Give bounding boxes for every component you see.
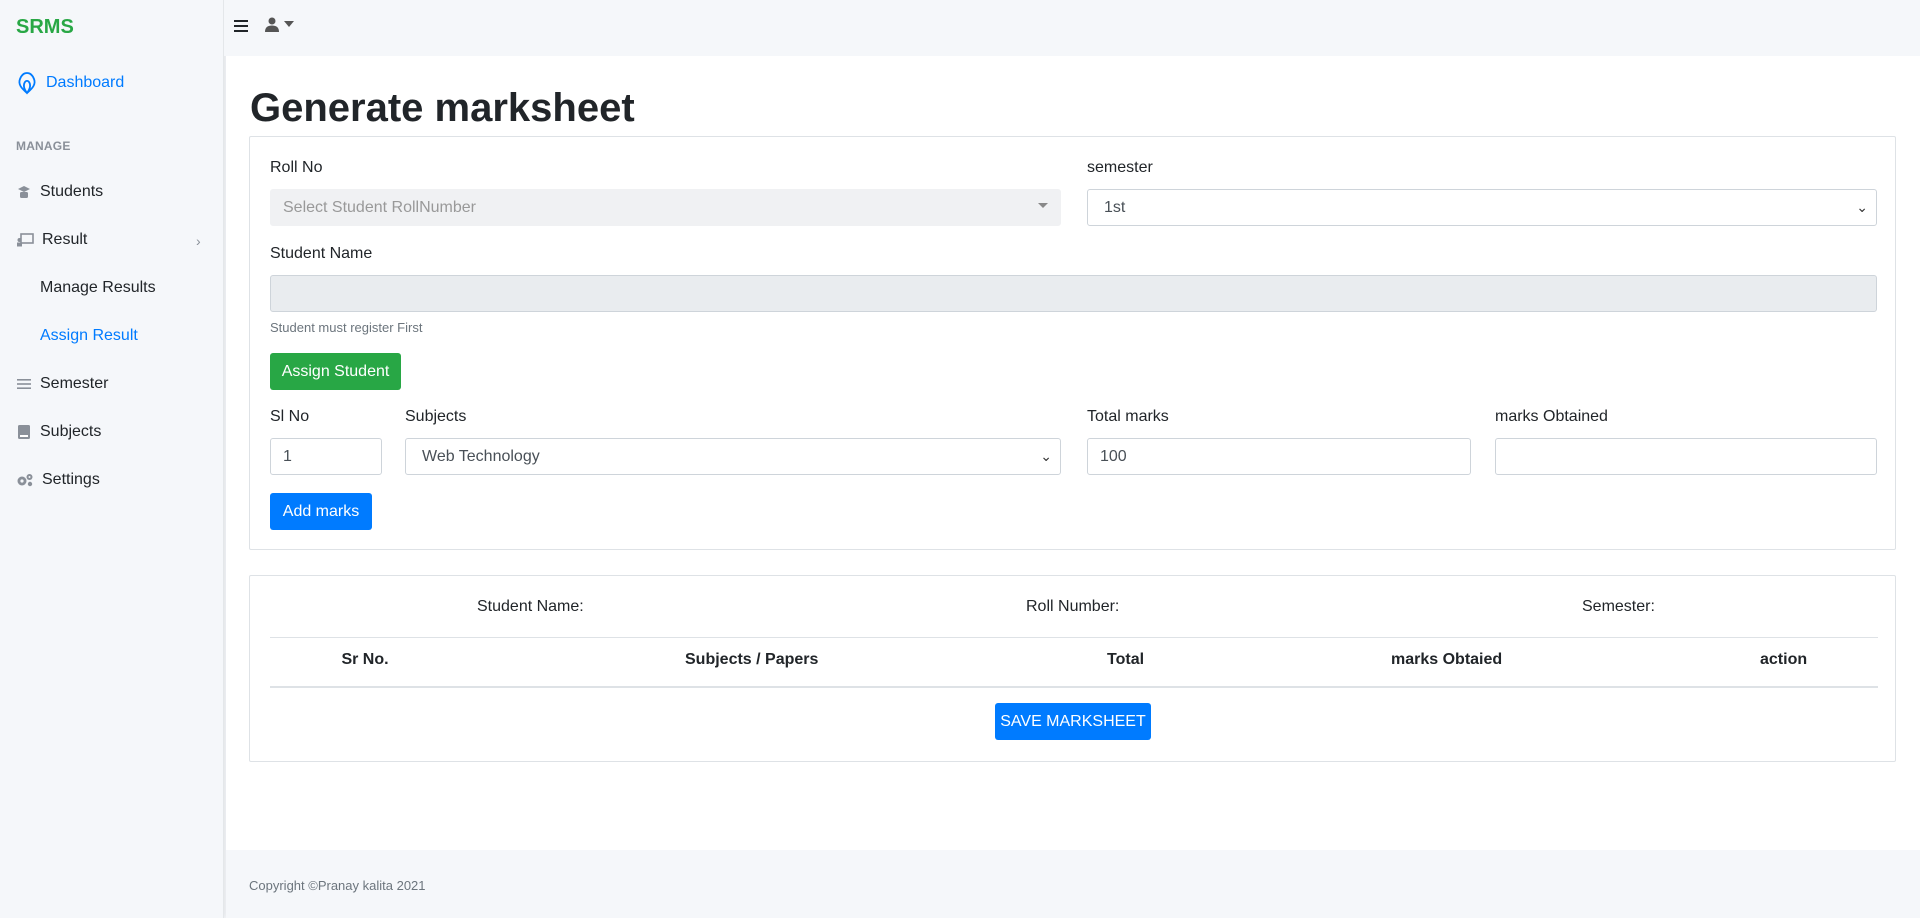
caret-down-icon (284, 21, 294, 27)
subjects-value: Web Technology (422, 447, 540, 465)
roll-no-label: Roll No (270, 159, 323, 176)
footer-copyright: Copyright ©Pranay kalita 2021 (249, 878, 426, 893)
sidebar-item-subjects[interactable]: Subjects (16, 419, 101, 445)
assign-student-button[interactable]: Assign Student (270, 353, 401, 390)
marksheet-roll-number: Roll Number: (1026, 598, 1120, 615)
marks-obtained-input[interactable] (1495, 438, 1877, 475)
sidebar-item-label: Semester (40, 375, 109, 392)
subjects-select[interactable]: Web Technology ⌄ (405, 438, 1061, 475)
sl-no-label: Sl No (270, 408, 310, 425)
marksheet-student-name: Student Name: (477, 598, 584, 615)
sidebar-item-label: Subjects (40, 423, 102, 440)
sidebar-heading-manage: MANAGE (16, 139, 71, 153)
column-header-sr-no: Sr No. (341, 651, 389, 668)
sidebar-item-settings[interactable]: Settings (16, 467, 100, 493)
roll-no-placeholder: Select Student RollNumber (283, 198, 476, 216)
column-header-total: Total (1107, 651, 1145, 668)
airbnb-icon (18, 72, 36, 95)
sidebar: SRMS Dashboard MANAGE Students Result › … (0, 0, 224, 918)
topbar (224, 0, 1920, 56)
chevron-right-icon: › (196, 233, 201, 249)
sidebar-item-semester[interactable]: Semester (16, 371, 108, 397)
marks-form-card: Roll No Select Student RollNumber semest… (249, 136, 1896, 550)
divider (270, 637, 1878, 638)
student-name-input[interactable] (270, 275, 1877, 312)
add-marks-button[interactable]: Add marks (270, 493, 372, 530)
footer: Copyright ©Pranay kalita 2021 (226, 850, 1920, 918)
sidebar-item-label: Students (40, 183, 104, 200)
column-header-subjects: Subjects / Papers (685, 651, 819, 668)
semester-select[interactable]: 1st ⌄ (1087, 189, 1877, 226)
marks-obtained-label: marks Obtained (1495, 408, 1608, 425)
student-name-help: Student must register First (270, 320, 423, 335)
column-header-action: action (1760, 651, 1808, 668)
sidebar-item-manage-results[interactable]: Manage Results (40, 275, 156, 301)
roll-no-select[interactable]: Select Student RollNumber (270, 189, 1061, 226)
marksheet-semester: Semester: (1582, 598, 1655, 615)
sidebar-item-dashboard[interactable]: Dashboard (16, 68, 124, 98)
sl-no-input[interactable]: 1 (270, 438, 382, 475)
page-title: Generate marksheet (250, 86, 635, 130)
user-menu[interactable] (264, 16, 294, 32)
student-name-label: Student Name (270, 245, 373, 262)
brand-logo[interactable]: SRMS (16, 16, 74, 39)
book-icon (16, 424, 32, 440)
graduate-icon (16, 184, 32, 200)
sidebar-item-result[interactable]: Result (16, 227, 87, 253)
marksheet-card: Student Name: Roll Number: Semester: Sr … (249, 575, 1896, 762)
caret-down-icon (1038, 203, 1048, 208)
total-marks-label: Total marks (1087, 408, 1169, 425)
total-marks-input[interactable]: 100 (1087, 438, 1471, 475)
total-marks-value: 100 (1100, 447, 1127, 465)
semester-label: semester (1087, 159, 1153, 176)
sidebar-item-label: Dashboard (46, 74, 125, 91)
user-icon (265, 17, 279, 32)
hamburger-menu-icon[interactable] (234, 18, 248, 32)
sidebar-item-label: Settings (42, 471, 100, 488)
list-icon (16, 376, 32, 392)
gears-icon (16, 472, 34, 488)
main-content: Generate marksheet Roll No Select Studen… (226, 56, 1920, 850)
sidebar-item-label: Result (42, 231, 88, 248)
subjects-label: Subjects (405, 408, 467, 425)
table-header-divider (270, 686, 1878, 688)
sidebar-item-assign-result[interactable]: Assign Result (40, 323, 138, 349)
column-header-marks-obtained: marks Obtaied (1391, 651, 1503, 668)
chevron-down-icon: ⌄ (1856, 199, 1868, 215)
chalkboard-icon (16, 232, 34, 248)
semester-value: 1st (1104, 198, 1126, 216)
save-marksheet-button[interactable]: SAVE MARKSHEET (995, 703, 1151, 740)
sidebar-item-students[interactable]: Students (16, 179, 103, 205)
chevron-down-icon: ⌄ (1040, 448, 1052, 464)
sl-no-value: 1 (283, 447, 292, 465)
